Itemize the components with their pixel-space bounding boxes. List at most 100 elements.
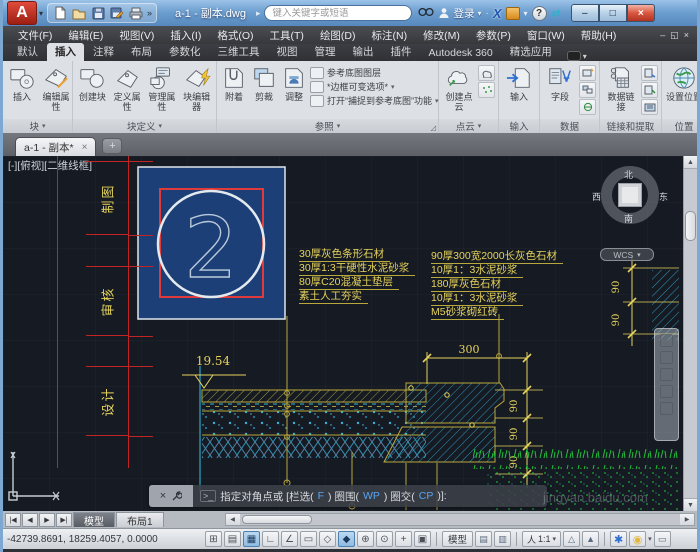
panel-link-footer[interactable]: 链接和提取 [600,119,661,133]
menu-draw[interactable]: 绘图(D) [313,27,363,44]
mdi-minimize-button[interactable]: – [660,30,665,41]
create-point-cloud-button[interactable]: 创建点云 [442,63,476,113]
menu-insert[interactable]: 插入(I) [163,27,208,44]
attach-button[interactable]: 附着 [220,63,248,103]
command-line[interactable]: × >_ 指定对角点或 [栏选(F) 圈围(WP) 圈交(CP)]: [149,485,547,507]
set-location-button[interactable]: 设置位置 [665,63,697,103]
qat-more-button[interactable]: » [147,8,152,18]
viewcube-top-face[interactable] [618,183,642,207]
search-expand-icon[interactable]: ▸ [256,8,261,19]
selected-block-2[interactable]: 2 [137,166,286,320]
extract-data-icon[interactable] [641,65,658,81]
close-button[interactable]: × [626,4,655,22]
pan-icon[interactable] [660,351,673,364]
create-block-button[interactable]: 创建块 [76,63,109,103]
annotation-scale-button[interactable]: 人 1:1 ▾ [522,531,562,547]
prev-layout-button[interactable]: ◀ [22,512,38,527]
file-tab[interactable]: a-1 - 副本* × [15,137,97,156]
command-kw-f[interactable]: F [318,490,324,502]
adjust-button[interactable]: 调整 [280,63,308,103]
toggle-polar-tracking[interactable]: ∠ [281,531,298,547]
scroll-left-icon[interactable]: ◀ [225,514,240,525]
panel-data-footer[interactable]: 数据 [540,119,599,133]
next-layout-button[interactable]: ▶ [39,512,55,527]
scroll-right-icon[interactable]: ▶ [680,514,694,525]
model-space-button[interactable]: 模型 [442,531,474,547]
tab-autodesk360[interactable]: Autodesk 360 [421,46,501,61]
viewcube-north-label[interactable]: 北 [624,168,633,181]
clean-screen-button[interactable]: ▭ [653,531,671,547]
mdi-restore-button[interactable]: ◱ [670,30,679,41]
toggle-show-lineweight[interactable]: ⊕ [357,531,374,547]
hyperlink-icon[interactable] [579,99,596,115]
define-attributes-button[interactable]: 定义属性 [111,63,144,113]
toggle-grid-display[interactable]: ▦ [243,531,260,547]
menu-edit[interactable]: 编辑(E) [61,27,110,44]
viewport-controls-label[interactable]: [-][俯视][二维线框] [8,158,92,173]
tab-layout[interactable]: 布局 [123,43,160,61]
tab-3dtools[interactable]: 三维工具 [210,43,268,61]
manage-attributes-button[interactable]: 管理属性 [146,63,179,113]
minimize-button[interactable]: – [570,4,599,22]
new-file-button[interactable] [52,5,68,21]
panel-blockdef-footer[interactable]: 块定义 ▾ [73,119,216,133]
status-menu-caret-icon[interactable]: ▾ [648,535,652,543]
point-cloud-manage-icon[interactable] [478,82,495,98]
toggle-transparency[interactable]: ⊙ [376,531,393,547]
viewcube-west-label[interactable]: 西 [592,190,601,203]
frames-vary-button[interactable]: *边框可变选项* ▾ [310,80,439,93]
wcs-dropdown[interactable]: WCS ▾ [600,248,654,261]
menu-help[interactable]: 帮助(H) [574,27,624,44]
plot-button[interactable] [128,5,144,21]
command-input[interactable]: >_ 指定对角点或 [栏选(F) 圈围(WP) 圈交(CP)]: [193,485,547,507]
snap-to-underlays-button[interactable]: 打开“捕捉到参考底图”功能 ▾ [310,94,439,107]
tab-output[interactable]: 输出 [345,43,382,61]
annotation-visibility-icon[interactable]: △ [563,531,581,547]
file-tab-close-icon[interactable]: × [82,142,88,153]
underlay-layers-button[interactable]: 参考底图图层 [310,66,439,79]
first-layout-button[interactable]: |◀ [5,512,21,527]
model-space-canvas[interactable]: 2 19.54 300 90 90 90 90 [-][俯视][二维线框] 制图… [3,156,683,511]
command-kw-wp[interactable]: WP [363,490,380,502]
drawing-quickview-icon[interactable]: ▥ [494,531,512,547]
field-button[interactable]: 字段 [543,63,577,103]
menu-format[interactable]: 格式(O) [210,27,260,44]
download-link-icon[interactable] [641,99,658,115]
menu-dimension[interactable]: 标注(N) [365,27,415,44]
toggle-3d-object-snap[interactable]: ◇ [319,531,336,547]
block-editor-button[interactable]: 块编辑器 [180,63,213,113]
import-button[interactable]: 输入 [502,63,536,103]
panel-pointcloud-footer[interactable]: 点云 ▾ [439,119,498,133]
exchange-apps-icon[interactable]: X [493,6,502,21]
menu-modify[interactable]: 修改(M) [416,27,467,44]
command-close-icon[interactable]: × [160,490,166,502]
tab-parametric[interactable]: 参数化 [161,43,209,61]
viewcube-south-label[interactable]: 南 [624,212,633,225]
panel-import-footer[interactable]: 输入 [499,119,539,133]
app-logo-button[interactable]: A [7,1,37,25]
menu-parametric[interactable]: 参数(P) [469,27,518,44]
menu-view[interactable]: 视图(V) [112,27,161,44]
vertical-scrollbar[interactable]: ▲ ▼ [683,156,697,511]
last-layout-button[interactable]: ▶| [56,512,72,527]
insert-block-button[interactable]: 插入 [6,63,38,103]
toggle-quick-properties[interactable]: ▣ [414,531,431,547]
showmotion-icon[interactable] [660,402,673,415]
annotation-autoscale-icon[interactable]: ▲ [582,531,600,547]
orbit-icon[interactable] [660,385,673,398]
tab-manage[interactable]: 管理 [307,43,344,61]
mdi-close-button[interactable]: × [684,30,689,41]
zoom-icon[interactable] [660,368,673,381]
point-cloud-attach-icon[interactable] [478,65,495,81]
tab-insert[interactable]: 插入 [47,43,84,61]
ribbon-options-button[interactable]: ▾ [566,51,587,61]
toggle-dynamic-input[interactable]: + [395,531,412,547]
navigation-bar[interactable] [654,328,679,441]
security-badge-icon[interactable] [505,6,520,20]
vertical-scroll-track[interactable] [684,169,697,498]
toggle-snap-mode[interactable]: ▤ [224,531,241,547]
menu-window[interactable]: 窗口(W) [520,27,572,44]
upload-link-icon[interactable] [641,82,658,98]
command-kw-cp[interactable]: CP [419,490,434,502]
menu-file[interactable]: 文件(F) [11,27,59,44]
